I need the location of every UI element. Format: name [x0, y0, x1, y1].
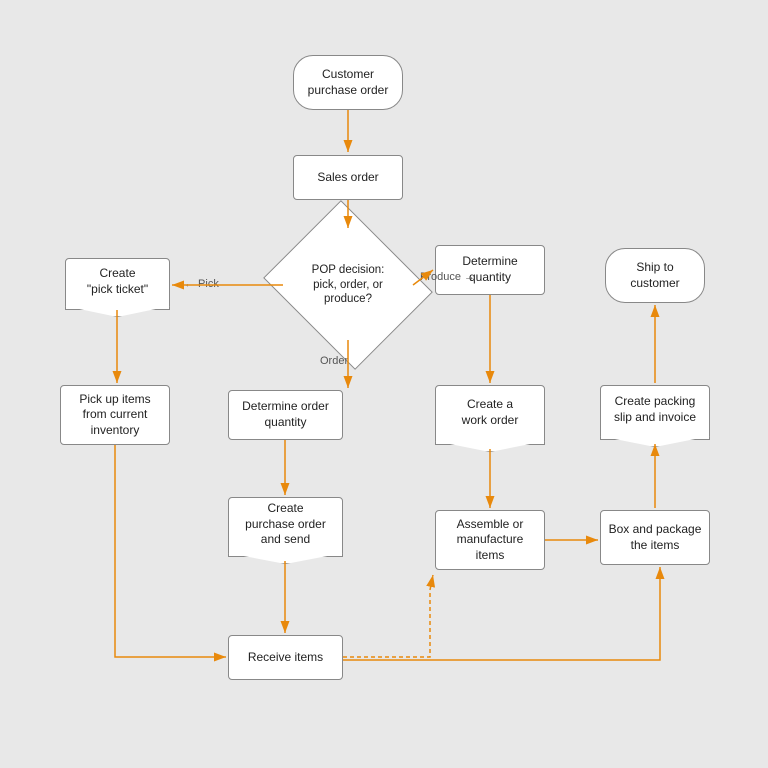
flowchart-diagram: Customer purchase order Sales order POP …	[0, 0, 768, 768]
node-sales-order: Sales order	[293, 155, 403, 200]
node-create-po-send: Create purchase order and send	[228, 497, 343, 557]
node-receive-items-label: Receive items	[248, 650, 323, 666]
node-create-packing-slip: Create packing slip and invoice	[600, 385, 710, 440]
node-sales-order-label: Sales order	[317, 170, 378, 186]
node-assemble-items-label: Assemble or manufacture items	[457, 517, 524, 564]
node-create-work-order: Create a work order	[435, 385, 545, 445]
node-assemble-items: Assemble or manufacture items	[435, 510, 545, 570]
label-order: Order	[320, 355, 348, 367]
label-pick: ← Pick	[184, 278, 219, 290]
node-pop-decision: POP decision: pick, order, or produce?	[283, 230, 413, 340]
node-ship-to-customer-label: Ship to customer	[630, 260, 679, 291]
node-box-package-label: Box and package the items	[609, 522, 702, 553]
node-create-work-order-label: Create a work order	[462, 397, 519, 433]
connections-svg	[0, 0, 768, 768]
node-ship-to-customer: Ship to customer	[605, 248, 705, 303]
node-customer-po: Customer purchase order	[293, 55, 403, 110]
node-create-pick-ticket-label: Create "pick ticket"	[87, 266, 148, 302]
node-receive-items: Receive items	[228, 635, 343, 680]
node-determine-qty: Determine quantity	[435, 245, 545, 295]
node-create-po-send-label: Create purchase order and send	[245, 501, 326, 553]
node-pick-up-items: Pick up items from current inventory	[60, 385, 170, 445]
pop-decision-text: POP decision: pick, order, or produce?	[296, 263, 400, 308]
node-determine-order-qty-label: Determine order quantity	[242, 399, 329, 430]
node-determine-order-qty: Determine order quantity	[228, 390, 343, 440]
node-customer-po-label: Customer purchase order	[308, 67, 389, 98]
node-create-packing-slip-label: Create packing slip and invoice	[614, 394, 696, 431]
node-pick-up-items-label: Pick up items from current inventory	[79, 392, 150, 439]
label-produce: Produce →	[420, 271, 475, 283]
node-create-pick-ticket: Create "pick ticket"	[65, 258, 170, 310]
node-box-package: Box and package the items	[600, 510, 710, 565]
